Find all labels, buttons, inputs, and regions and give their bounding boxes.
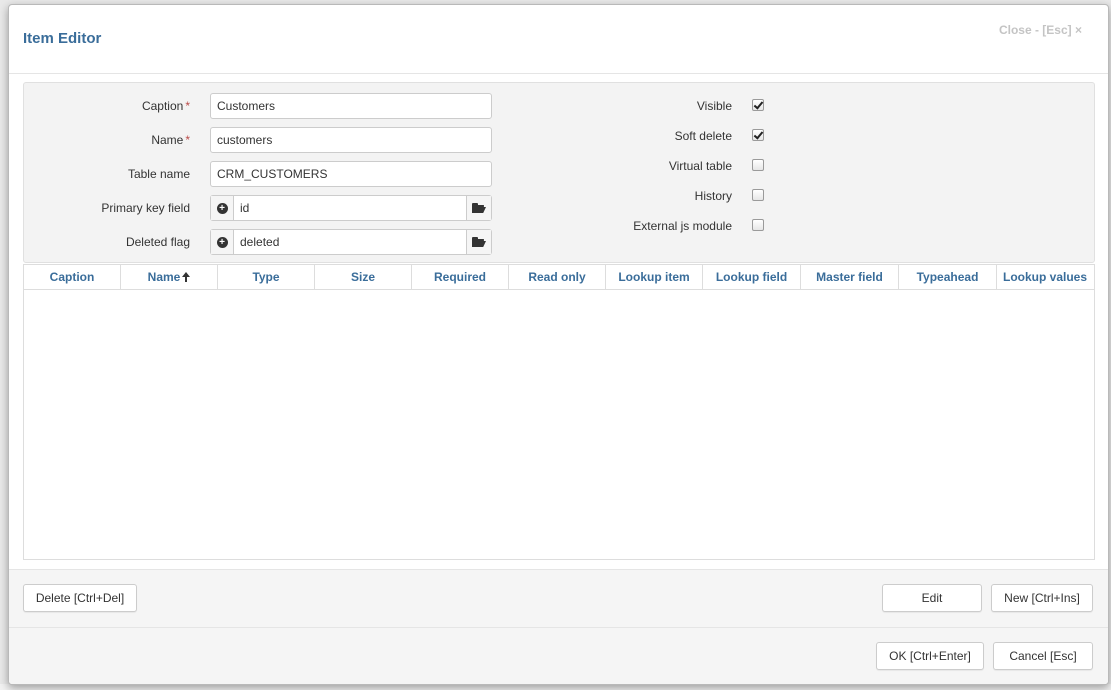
primary-key-field-label: Primary key field [101,201,190,215]
caption-label: Caption * [141,99,190,113]
column-header-lookup-values[interactable]: Lookup values [997,265,1093,289]
column-header-lookup-field[interactable]: Lookup field [703,265,801,289]
modal-title: Item Editor [23,30,102,47]
visible-checkbox[interactable] [752,99,764,111]
column-header-name[interactable]: Name [121,265,218,289]
history-label: History [694,189,732,203]
deleted-flag-lookup: + [210,229,492,255]
primary-key-field-lookup: + [210,195,492,221]
table-header: Caption Name Type Size Required Read onl… [24,265,1094,290]
column-header-master-field[interactable]: Master field [801,265,899,289]
table-name-input[interactable] [210,161,492,187]
primary-key-clear-button[interactable]: + [211,196,234,220]
deleted-flag-input[interactable] [234,230,466,254]
required-marker: * [185,133,190,147]
delete-button[interactable]: Delete [Ctrl+Del] [23,584,137,612]
column-header-read-only[interactable]: Read only [509,265,606,289]
item-editor-modal: Item Editor Close - [Esc] × Caption* Nam… [8,4,1109,685]
sort-ascending-icon [182,272,191,282]
new-button[interactable]: New [Ctrl+Ins] [991,584,1093,612]
column-header-required[interactable]: Required [412,265,509,289]
external-js-module-checkbox[interactable] [752,219,764,231]
deleted-flag-select-button[interactable] [466,230,491,254]
soft-delete-label: Soft delete [674,129,732,143]
column-header-caption[interactable]: Caption [24,265,121,289]
cancel-button[interactable]: Cancel [Esc] [993,642,1093,670]
item-properties-form: Caption* Name* Table name Primary key fi… [23,82,1095,263]
caption-input[interactable] [210,93,492,119]
plus-circle-icon: + [216,202,228,214]
plus-circle-icon: + [216,236,228,248]
modal-header: Item Editor Close - [Esc] × [9,5,1108,74]
required-marker: * [185,99,190,113]
fields-table: Caption Name Type Size Required Read onl… [23,264,1095,560]
virtual-table-checkbox[interactable] [752,159,764,171]
external-js-module-label: External js module [633,219,732,233]
edit-button[interactable]: Edit [882,584,982,612]
deleted-flag-label: Deleted flag [125,235,190,249]
deleted-flag-clear-button[interactable]: + [211,230,234,254]
table-name-label: Table name [127,167,190,181]
name-input[interactable] [210,127,492,153]
table-body [24,290,1094,560]
soft-delete-checkbox[interactable] [752,129,764,141]
column-header-lookup-item[interactable]: Lookup item [606,265,703,289]
column-header-size[interactable]: Size [315,265,412,289]
column-header-type[interactable]: Type [218,265,315,289]
primary-key-select-button[interactable] [466,196,491,220]
ok-button[interactable]: OK [Ctrl+Enter] [876,642,984,670]
folder-open-icon [472,203,486,213]
modal-footer: OK [Ctrl+Enter] Cancel [Esc] [9,627,1108,684]
folder-open-icon [472,237,486,247]
column-header-typeahead[interactable]: Typeahead [899,265,997,289]
history-checkbox[interactable] [752,189,764,201]
primary-key-field-input[interactable] [234,196,466,220]
name-label: Name * [151,133,190,147]
visible-label: Visible [696,99,732,113]
close-button[interactable]: Close - [Esc] × [999,23,1082,37]
toolbar: Delete [Ctrl+Del] Edit New [Ctrl+Ins] [9,569,1108,627]
virtual-table-label: Virtual table [668,159,732,173]
